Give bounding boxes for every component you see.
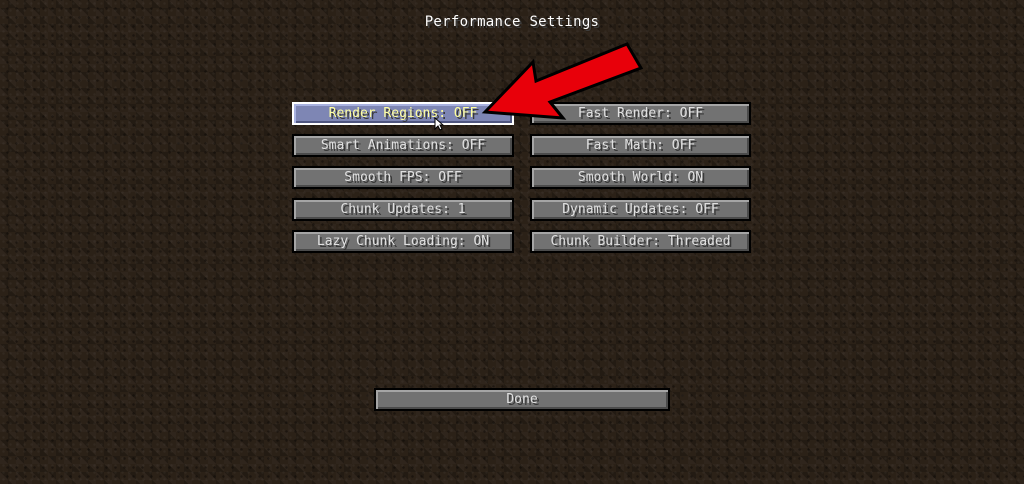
screen-title: Performance Settings (424, 14, 600, 30)
options-grid: Render Regions: OFF Fast Render: OFF Sma… (292, 102, 751, 253)
fast-math-button[interactable]: Fast Math: OFF (530, 134, 751, 157)
done-button[interactable]: Done (374, 388, 670, 411)
chunk-builder-button[interactable]: Chunk Builder: Threaded (530, 230, 751, 253)
fast-render-button[interactable]: Fast Render: OFF (530, 102, 751, 125)
chunk-updates-button[interactable]: Chunk Updates: 1 (292, 198, 514, 221)
smooth-fps-button[interactable]: Smooth FPS: OFF (292, 166, 514, 189)
render-regions-button[interactable]: Render Regions: OFF (292, 102, 514, 125)
smart-animations-button[interactable]: Smart Animations: OFF (292, 134, 514, 157)
lazy-chunk-loading-button[interactable]: Lazy Chunk Loading: ON (292, 230, 514, 253)
smooth-world-button[interactable]: Smooth World: ON (530, 166, 751, 189)
dynamic-updates-button[interactable]: Dynamic Updates: OFF (530, 198, 751, 221)
